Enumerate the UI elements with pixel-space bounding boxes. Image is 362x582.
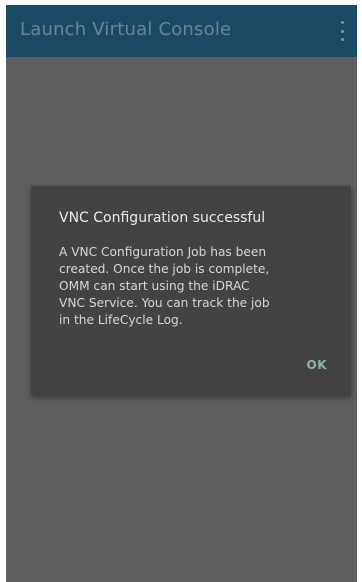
app-bar: Launch Virtual Console: [6, 5, 357, 57]
dialog-message-line: VNC Service. You can track the job: [59, 296, 270, 310]
dialog-message-line: in the LifeCycle Log.: [59, 313, 183, 327]
overflow-menu-icon[interactable]: [335, 19, 349, 43]
dialog-message-line: OMM can start using the iDRAC: [59, 279, 250, 293]
overflow-menu-dot: [340, 38, 344, 41]
vnc-config-dialog: VNC Configuration successful A VNC Confi…: [31, 186, 351, 396]
app-screen: Launch Virtual Console VNC Configuration…: [6, 5, 357, 582]
dialog-message-line: created. Once the job is complete,: [59, 262, 270, 276]
dialog-title: VNC Configuration successful: [59, 210, 266, 226]
app-bar-title: Launch Virtual Console: [20, 19, 232, 40]
dialog-message-line: A VNC Configuration Job has been: [59, 245, 267, 259]
dialog-message: A VNC Configuration Job has been created…: [59, 244, 329, 329]
ok-button[interactable]: OK: [307, 358, 328, 372]
overflow-menu-dot: [340, 21, 344, 24]
overflow-menu-dot: [340, 29, 344, 33]
